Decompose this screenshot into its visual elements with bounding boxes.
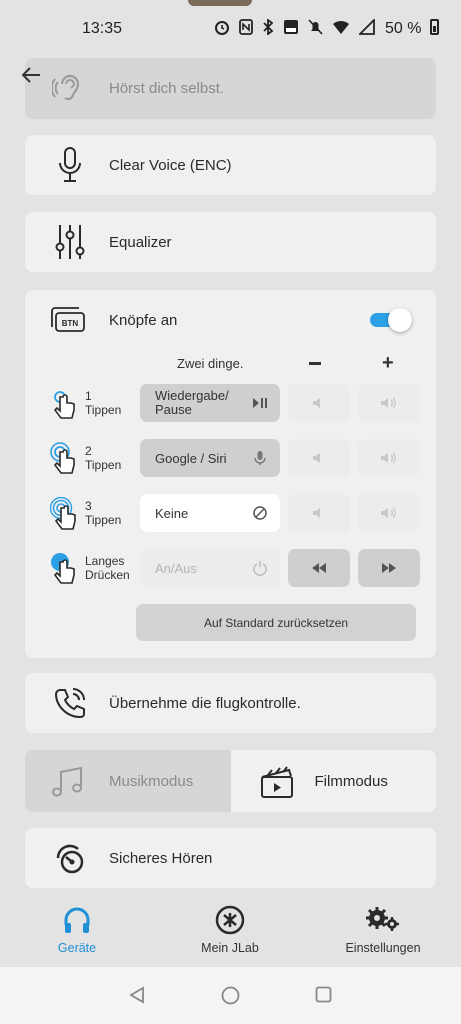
action-none[interactable]: Keine	[140, 494, 280, 532]
volume-down-icon	[313, 508, 320, 518]
volume-up-icon	[381, 507, 396, 519]
action-power[interactable]: An/Aus	[140, 549, 280, 587]
ear-icon	[50, 68, 90, 108]
double-tap-icon	[50, 442, 75, 474]
single-tap-icon	[53, 391, 75, 419]
clear-voice-card[interactable]: Clear Voice (ENC)	[25, 135, 436, 195]
nav-settings-label: Einstellungen	[345, 941, 421, 955]
minus-header	[309, 362, 321, 365]
action-label-1: Wiedergabe/ Pause	[155, 388, 229, 417]
status-time: 13:35	[82, 20, 123, 37]
flight-control-card[interactable]: Übernehme die flugkontrolle.	[25, 673, 436, 733]
jlab-logo-icon	[215, 905, 245, 935]
music-mode-label: Musikmodus	[109, 773, 194, 790]
volume-down-slot-2[interactable]	[288, 439, 350, 477]
volume-up-slot-1[interactable]	[358, 384, 420, 422]
microphone-icon	[50, 145, 90, 185]
reset-defaults-button[interactable]: Auf Standard zurücksetzen	[136, 604, 416, 641]
volume-up-icon	[381, 397, 396, 409]
clapperboard-icon	[260, 766, 293, 798]
hear-yourself-card[interactable]: Hörst dich selbst.	[25, 58, 436, 119]
volume-down-slot-1[interactable]	[288, 384, 350, 422]
plus-header: +	[382, 352, 394, 374]
earbud-image-fragment	[188, 0, 252, 6]
buttons-title: Knöpfe an	[109, 312, 178, 329]
volume-down-icon	[313, 453, 320, 463]
long-press-icon	[51, 553, 75, 584]
nfc-icon	[239, 19, 253, 35]
hear-yourself-label: Hörst dich selbst.	[109, 80, 225, 97]
gesture-label-4: Langes Drücken	[85, 554, 130, 582]
buttons-toggle[interactable]	[370, 308, 412, 332]
bottom-navigation: Geräte Mein JLab Einstellungen	[0, 895, 461, 967]
play-pause-icon	[253, 398, 267, 408]
action-label-2: Google / Siri	[155, 450, 227, 466]
status-icons	[214, 19, 375, 35]
volume-down-slot-3[interactable]	[288, 494, 350, 532]
battery-icon	[430, 19, 439, 35]
nav-my-jlab-label: Mein JLab	[201, 941, 259, 955]
rewind-icon	[312, 563, 326, 573]
bluetooth-icon	[263, 19, 274, 35]
system-recent-apps-icon[interactable]	[315, 986, 332, 1003]
equalizer-label: Equalizer	[109, 233, 172, 251]
safe-hearing-label: Sicheres Hören	[109, 849, 213, 867]
previous-track-slot[interactable]	[288, 549, 350, 587]
clear-voice-label: Clear Voice (ENC)	[109, 156, 232, 174]
system-navigation-bar	[0, 967, 461, 1024]
flight-control-label: Übernehme die flugkontrolle.	[109, 694, 301, 712]
gauge-icon	[50, 838, 90, 878]
signal-icon	[359, 19, 375, 35]
system-home-icon[interactable]	[221, 986, 240, 1005]
film-mode-button[interactable]: Filmmodus	[230, 750, 436, 812]
music-note-icon	[52, 766, 82, 797]
phone-call-icon	[50, 683, 90, 723]
equalizer-card[interactable]: Equalizer	[25, 212, 436, 272]
btn-icon: BTN	[50, 306, 86, 339]
svg-text:BTN: BTN	[62, 319, 79, 328]
back-arrow-icon[interactable]	[18, 62, 44, 88]
volume-up-slot-2[interactable]	[358, 439, 420, 477]
none-icon	[253, 506, 267, 520]
volume-up-icon	[381, 452, 396, 464]
volume-up-slot-3[interactable]	[358, 494, 420, 532]
action-label-4: An/Aus	[155, 560, 197, 576]
nav-devices-label: Geräte	[57, 941, 97, 955]
gesture-label-3: 3 Tippen	[85, 499, 122, 527]
battery-percent: 50 %	[385, 20, 422, 37]
nav-my-jlab[interactable]: Mein JLab	[170, 905, 290, 955]
fast-forward-icon	[382, 563, 396, 573]
equalizer-sliders-icon	[50, 222, 90, 262]
button-controls-section: BTN Knöpfe an Zwei dinge. + 1 Tippen Wie…	[25, 290, 436, 658]
toggle-knob	[388, 308, 412, 332]
gears-icon	[366, 907, 399, 931]
action-label-3: Keine	[155, 505, 189, 521]
alarm-icon	[215, 21, 229, 35]
mode-selector: Musikmodus Filmmodus	[25, 750, 436, 812]
safe-hearing-card[interactable]: Sicheres Hören	[25, 828, 436, 888]
film-mode-label: Filmmodus	[314, 773, 388, 790]
nav-devices[interactable]: Geräte	[17, 905, 137, 955]
volte-icon	[284, 20, 298, 34]
headphones-icon	[64, 907, 90, 933]
power-icon	[253, 561, 267, 576]
wifi-icon	[333, 20, 349, 34]
triple-tap-icon	[50, 497, 76, 530]
next-track-slot[interactable]	[358, 549, 420, 587]
nav-settings[interactable]: Einstellungen	[323, 905, 443, 955]
system-back-icon[interactable]	[128, 986, 146, 1004]
two-things-header: Zwei dinge.	[177, 356, 244, 371]
music-mode-button[interactable]: Musikmodus	[25, 750, 231, 812]
gesture-label-2: 2 Tippen	[85, 444, 122, 472]
action-play-pause[interactable]: Wiedergabe/ Pause	[140, 384, 280, 422]
gesture-label-1: 1 Tippen	[85, 389, 122, 417]
action-google-siri[interactable]: Google / Siri	[140, 439, 280, 477]
mute-icon	[308, 19, 323, 35]
volume-down-icon	[313, 398, 320, 408]
voice-assistant-mic-icon	[254, 451, 266, 465]
status-bar: 13:35 50 %	[0, 0, 461, 58]
